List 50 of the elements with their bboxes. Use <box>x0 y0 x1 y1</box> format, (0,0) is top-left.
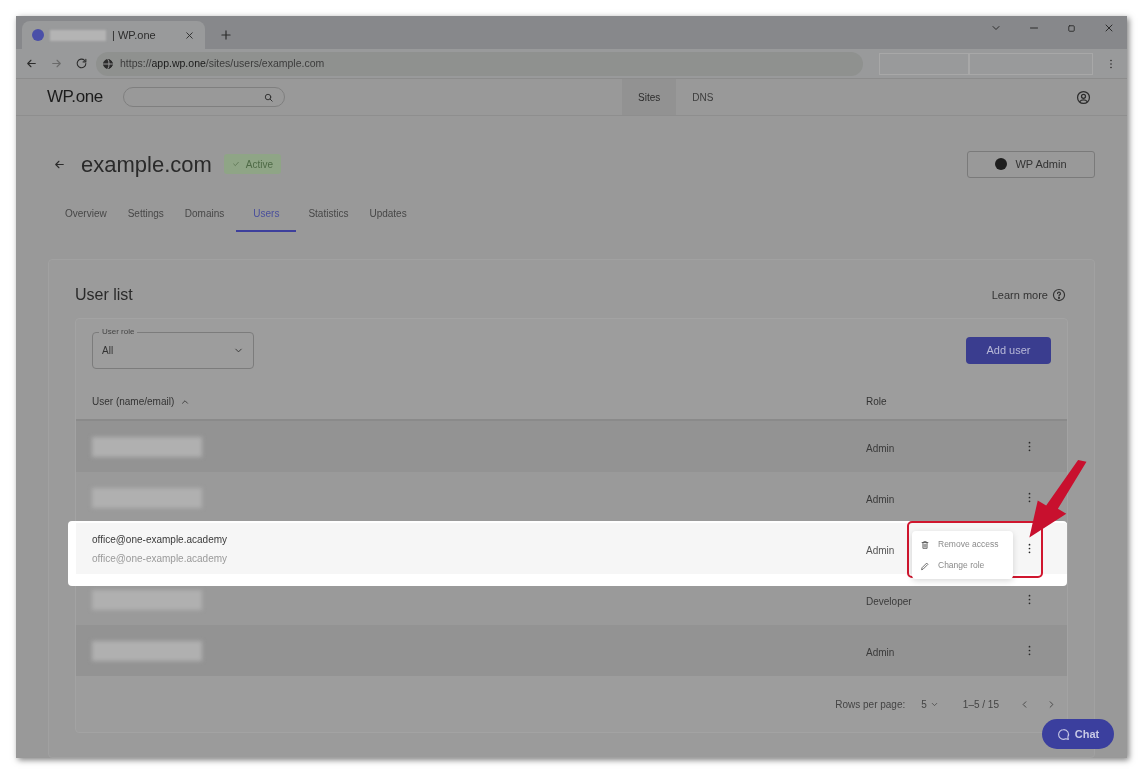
trash-icon <box>920 539 930 550</box>
role-cell: Admin <box>866 646 895 658</box>
browser-tab[interactable]: | WP.one <box>22 21 205 49</box>
page-tab[interactable]: Overview <box>56 206 116 232</box>
globe-icon <box>102 57 114 70</box>
page-tab[interactable]: Users <box>236 206 297 232</box>
address-field[interactable]: https://app.wp.one/sites/users/example.com <box>96 51 863 76</box>
card-title: User list <box>75 285 133 305</box>
user-email: office@one-example.academy <box>92 551 229 566</box>
new-tab-icon[interactable] <box>219 28 233 42</box>
status-badge: Active <box>223 154 282 174</box>
chat-icon <box>1056 727 1070 741</box>
close-icon[interactable] <box>1103 22 1115 34</box>
rows-per-page-label: Rows per page: <box>835 697 906 712</box>
page-range: 1–5 / 15 <box>962 697 999 712</box>
role-cell: Admin <box>866 493 895 505</box>
logo[interactable]: WP.one <box>47 84 123 110</box>
page-tab[interactable]: Updates <box>360 206 416 232</box>
maximize-icon[interactable] <box>1066 22 1077 34</box>
site-title: example.com <box>81 150 212 179</box>
back-icon[interactable] <box>25 57 38 70</box>
url-text: https://app.wp.one/sites/users/example.com <box>120 55 325 71</box>
chat-button[interactable]: Chat <box>1042 719 1114 749</box>
favicon-icon <box>32 29 44 41</box>
role-cell: Developer <box>866 595 912 607</box>
help-icon <box>1052 288 1066 302</box>
pencil-icon <box>920 560 930 571</box>
tab-title: | WP.one <box>112 27 157 43</box>
role-cell: Admin <box>866 442 895 454</box>
rows-per-page-select[interactable]: 5 <box>921 696 939 712</box>
menu-item[interactable]: Remove access <box>912 534 1013 555</box>
learn-more-link[interactable]: Learn more <box>991 286 1068 304</box>
user-name: office@one-example.academy <box>92 532 229 547</box>
page-tab[interactable]: Statistics <box>299 206 358 232</box>
close-icon[interactable] <box>184 29 195 41</box>
nav-tab[interactable]: DNS <box>676 79 730 115</box>
add-user-button[interactable]: Add user <box>966 336 1051 364</box>
forward-icon[interactable] <box>50 57 63 70</box>
check-icon <box>231 160 240 168</box>
reload-icon[interactable] <box>75 57 88 70</box>
wp-admin-button[interactable]: WP Admin <box>967 150 1095 178</box>
menu-item[interactable]: Change role <box>912 555 1013 576</box>
column-header[interactable]: User (name/email) <box>92 394 866 409</box>
nav-tab[interactable]: Sites <box>622 79 677 115</box>
search-icon <box>263 91 274 103</box>
page-tab[interactable]: Domains <box>175 206 234 232</box>
profile-icon[interactable] <box>1076 89 1091 105</box>
role-cell: Admin <box>866 544 895 556</box>
column-header: Role <box>866 395 887 409</box>
page-tab[interactable]: Settings <box>118 206 173 232</box>
